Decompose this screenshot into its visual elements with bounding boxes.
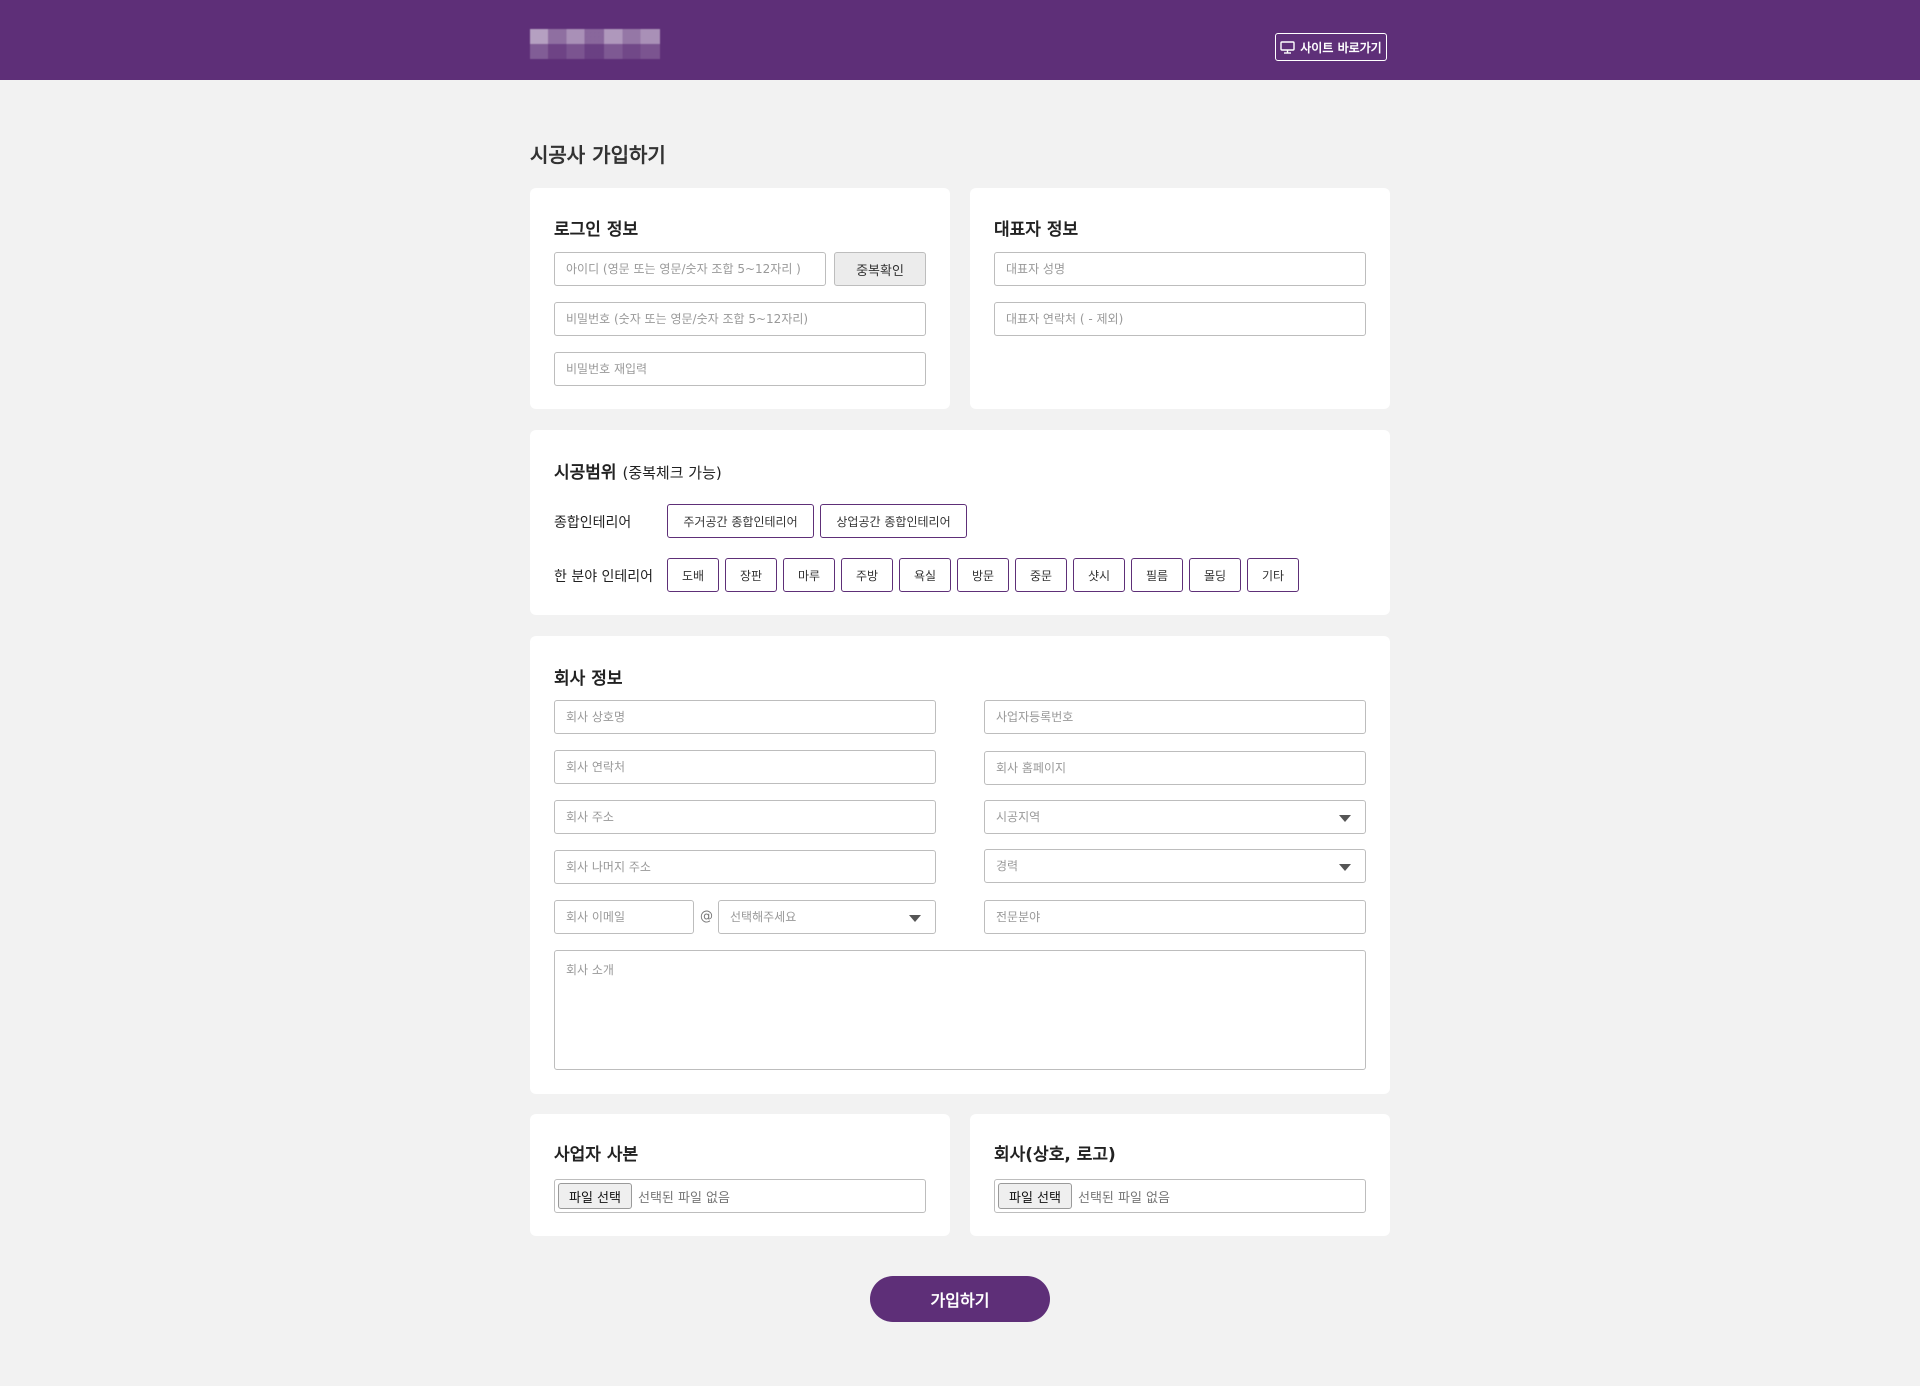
region-select-value: 시공지역 <box>996 810 1041 824</box>
business-copy-title: 사업자 사본 <box>554 1145 639 1165</box>
business-copy-card: 사업자 사본 파일 선택 선택된 파일 없음 <box>530 1114 950 1236</box>
scope-option-partial-8[interactable]: 필름 <box>1131 558 1183 592</box>
email-domain-select-value: 선택해주세요 <box>730 910 797 924</box>
site-shortcut-button[interactable]: 사이트 바로가기 <box>1275 33 1387 61</box>
company-logo-file-input[interactable]: 파일 선택 선택된 파일 없음 <box>994 1179 1366 1213</box>
user-id-input[interactable]: 아이디 (영문 또는 영문/숫자 조합 5~12자리 ) <box>554 252 826 286</box>
business-copy-file-input[interactable]: 파일 선택 선택된 파일 없음 <box>554 1179 926 1213</box>
logo[interactable] <box>530 29 660 59</box>
construction-scope-card: 시공범위 (중복체크 가능) 종합인테리어 주거공간 종합인테리어 상업공간 종합… <box>530 430 1390 615</box>
company-address-detail-input[interactable]: 회사 나머지 주소 <box>554 850 936 884</box>
scope-option-partial-1[interactable]: 장판 <box>725 558 777 592</box>
construction-scope-title-text: 시공범위 <box>554 463 617 483</box>
scope-option-partial-3[interactable]: 주방 <box>841 558 893 592</box>
company-logo-file-status: 선택된 파일 없음 <box>1077 1190 1170 1206</box>
company-logo-card: 회사(상호, 로고) 파일 선택 선택된 파일 없음 <box>970 1114 1390 1236</box>
business-number-input[interactable]: 사업자등록번호 <box>984 700 1366 734</box>
password-confirm-input[interactable]: 비밀번호 재입력 <box>554 352 926 386</box>
business-copy-file-button[interactable]: 파일 선택 <box>558 1183 632 1209</box>
scope-option-partial-0[interactable]: 도배 <box>667 558 719 592</box>
duplicate-check-button[interactable]: 중복확인 <box>834 252 926 286</box>
monitor-icon <box>1280 40 1295 54</box>
password-input[interactable]: 비밀번호 (숫자 또는 영문/숫자 조합 5~12자리) <box>554 302 926 336</box>
page-title: 시공사 가입하기 <box>530 143 666 167</box>
company-info-card: 회사 정보 회사 상호명 사업자등록번호 회사 연락처 회사 홈페이지 회사 주… <box>530 636 1390 1094</box>
career-select-value: 경력 <box>996 859 1019 873</box>
construction-scope-subtitle: (중복체크 가능) <box>622 464 722 482</box>
region-select[interactable]: 시공지역 <box>984 800 1366 834</box>
scope-option-partial-5[interactable]: 방문 <box>957 558 1009 592</box>
scope-option-partial-6[interactable]: 중문 <box>1015 558 1067 592</box>
specialty-input[interactable]: 전문분야 <box>984 900 1366 934</box>
signup-submit-button[interactable]: 가입하기 <box>870 1276 1050 1322</box>
general-interior-label: 종합인테리어 <box>554 515 632 531</box>
representative-info-card: 대표자 정보 대표자 성명 대표자 연락처 ( - 제외) <box>970 188 1390 409</box>
partial-interior-label: 한 분야 인테리어 <box>554 569 654 585</box>
company-email-input[interactable]: 회사 이메일 <box>554 900 694 934</box>
email-at-sign: @ <box>700 909 713 924</box>
company-intro-textarea[interactable]: 회사 소개 <box>554 950 1366 1070</box>
company-logo-file-button[interactable]: 파일 선택 <box>998 1183 1072 1209</box>
representative-name-input[interactable]: 대표자 성명 <box>994 252 1366 286</box>
scope-option-partial-4[interactable]: 욕실 <box>899 558 951 592</box>
scope-option-partial-10[interactable]: 기타 <box>1247 558 1299 592</box>
email-domain-select[interactable]: 선택해주세요 <box>718 900 936 934</box>
scope-option-partial-9[interactable]: 몰딩 <box>1189 558 1241 592</box>
company-address-input[interactable]: 회사 주소 <box>554 800 936 834</box>
representative-phone-input[interactable]: 대표자 연락처 ( - 제외) <box>994 302 1366 336</box>
company-phone-input[interactable]: 회사 연락처 <box>554 750 936 784</box>
scope-option-partial-7[interactable]: 샷시 <box>1073 558 1125 592</box>
business-copy-file-status: 선택된 파일 없음 <box>637 1190 730 1206</box>
construction-scope-title: 시공범위 (중복체크 가능) <box>554 458 722 483</box>
scope-option-general-0[interactable]: 주거공간 종합인테리어 <box>667 504 814 538</box>
representative-info-title: 대표자 정보 <box>994 220 1079 240</box>
company-info-title: 회사 정보 <box>554 669 623 689</box>
header: 사이트 바로가기 <box>0 0 1920 80</box>
company-name-input[interactable]: 회사 상호명 <box>554 700 936 734</box>
company-homepage-input[interactable]: 회사 홈페이지 <box>984 751 1366 785</box>
career-select[interactable]: 경력 <box>984 849 1366 883</box>
login-info-card: 로그인 정보 아이디 (영문 또는 영문/숫자 조합 5~12자리 ) 중복확인… <box>530 188 950 409</box>
login-info-title: 로그인 정보 <box>554 220 639 240</box>
site-shortcut-label: 사이트 바로가기 <box>1300 40 1382 55</box>
company-logo-title: 회사(상호, 로고) <box>994 1145 1116 1165</box>
scope-option-partial-2[interactable]: 마루 <box>783 558 835 592</box>
scope-option-general-1[interactable]: 상업공간 종합인테리어 <box>820 504 967 538</box>
